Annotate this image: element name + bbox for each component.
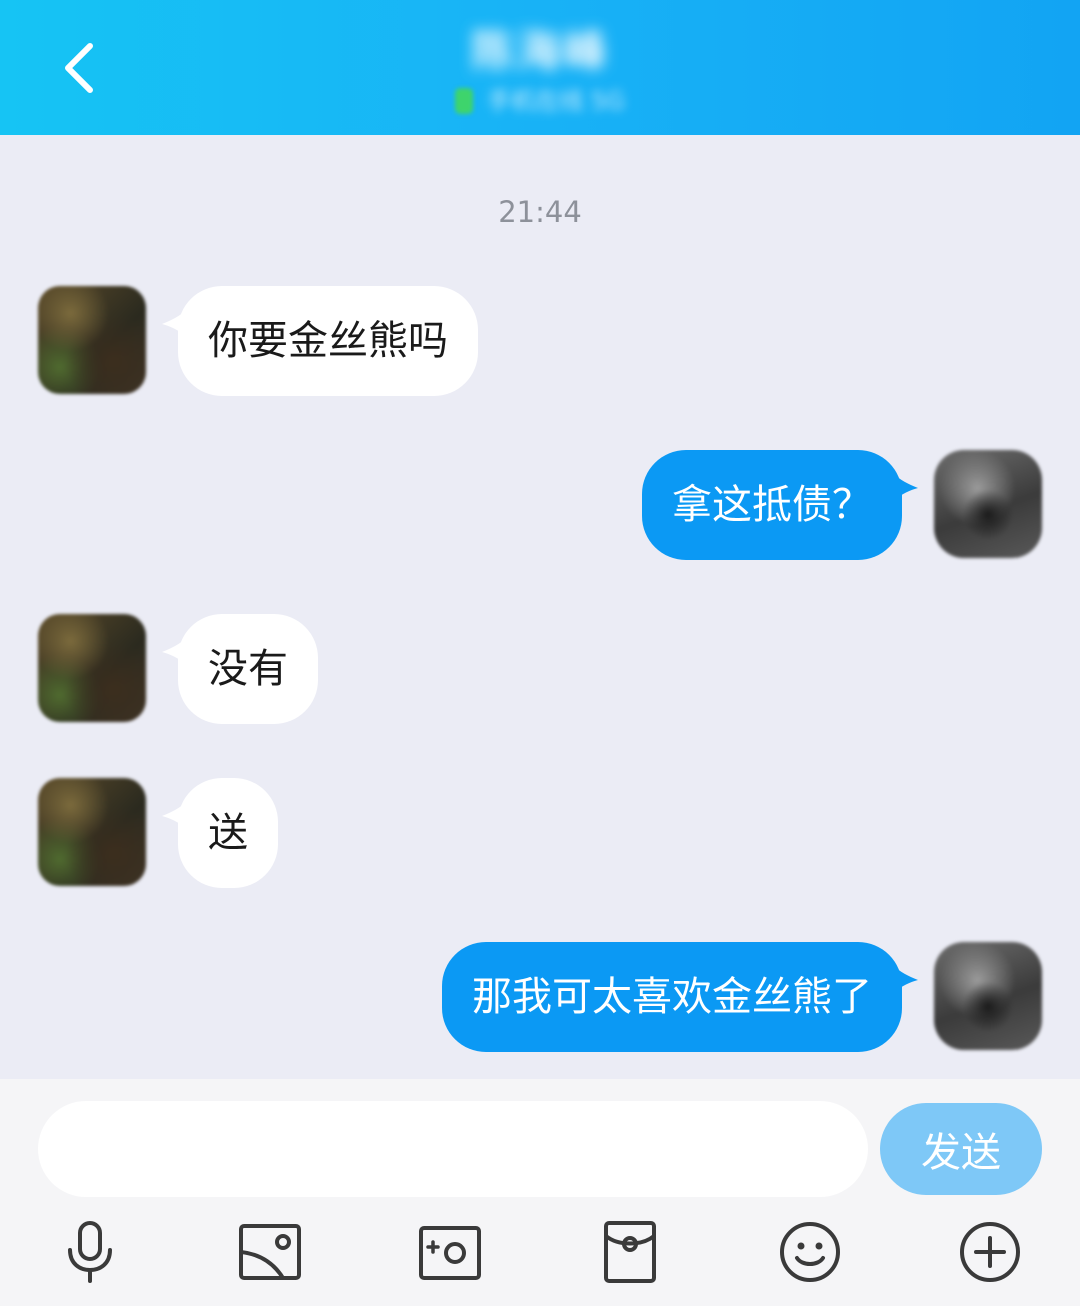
incoming-message-bubble[interactable]: 没有	[178, 614, 318, 724]
emoji-button[interactable]	[775, 1219, 845, 1285]
red-packet-icon	[604, 1221, 656, 1283]
message-row: 送	[0, 778, 1080, 888]
my-avatar[interactable]	[934, 450, 1042, 558]
message-list[interactable]: 21:44 你要金丝熊吗 拿这抵债？ 没有 送 那我可太喜欢金丝熊了	[0, 135, 1080, 1079]
contact-info[interactable]: 陈海峰 手机在线 5G	[300, 22, 780, 122]
chevron-left-icon	[65, 43, 93, 93]
send-button[interactable]: 发送	[880, 1103, 1042, 1195]
input-bar: 发送	[0, 1079, 1080, 1306]
online-status-icon	[455, 88, 474, 114]
status-row: 手机在线 5G	[455, 86, 625, 116]
incoming-message-bubble[interactable]: 送	[178, 778, 278, 888]
image-button[interactable]	[235, 1219, 305, 1285]
camera-icon	[419, 1226, 481, 1280]
incoming-message-bubble[interactable]: 你要金丝熊吗	[178, 286, 478, 396]
chat-header: 陈海峰 手机在线 5G	[0, 0, 1080, 135]
outgoing-message-bubble[interactable]: 那我可太喜欢金丝熊了	[442, 942, 902, 1052]
red-packet-button[interactable]	[595, 1219, 665, 1285]
more-button[interactable]	[955, 1219, 1025, 1285]
message-row: 没有	[0, 614, 1080, 724]
contact-avatar[interactable]	[38, 614, 146, 722]
plus-icon	[960, 1222, 1020, 1282]
message-row: 拿这抵债？	[0, 450, 1080, 560]
camera-button[interactable]	[415, 1219, 485, 1285]
message-timestamp: 21:44	[498, 195, 582, 229]
image-icon	[239, 1224, 301, 1280]
emoji-icon	[780, 1222, 840, 1282]
message-row: 你要金丝熊吗	[0, 286, 1080, 396]
contact-status: 手机在线 5G	[487, 87, 625, 115]
my-avatar[interactable]	[934, 942, 1042, 1050]
microphone-icon	[68, 1221, 112, 1283]
message-input[interactable]	[38, 1101, 868, 1197]
contact-avatar[interactable]	[38, 286, 146, 394]
contact-avatar[interactable]	[38, 778, 146, 886]
outgoing-message-bubble[interactable]: 拿这抵债？	[642, 450, 902, 560]
contact-name: 陈海峰	[471, 26, 609, 77]
back-button[interactable]	[50, 38, 106, 98]
message-row: 那我可太喜欢金丝熊了	[0, 942, 1080, 1052]
voice-button[interactable]	[55, 1219, 125, 1285]
